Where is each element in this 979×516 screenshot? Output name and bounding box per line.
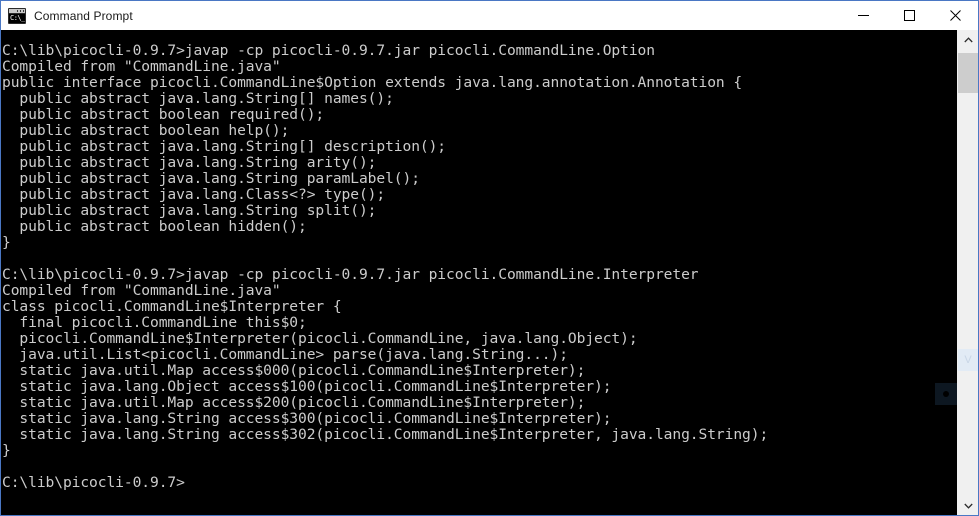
console-line: final picocli.CommandLine this$0; <box>2 314 307 331</box>
scrollbar-ghost-label: V <box>958 349 978 371</box>
console-line: Compiled from "CommandLine.java" <box>2 282 281 299</box>
console-line: static java.util.Map access$200(picocli.… <box>2 394 586 411</box>
window-controls <box>840 1 978 30</box>
console-line: public abstract boolean hidden(); <box>2 218 307 235</box>
console-line: static java.lang.Object access$100(picoc… <box>2 378 612 395</box>
console-line: public abstract java.lang.String paramLa… <box>2 170 420 187</box>
scrollbar-track[interactable]: V <box>958 49 978 496</box>
console-line: public abstract boolean help(); <box>2 122 290 139</box>
console-line: Compiled from "CommandLine.java" <box>2 58 281 75</box>
console-text: C:\lib\picocli-0.9.7>javap -cp picocli-0… <box>1 30 957 491</box>
console-line: public abstract java.lang.Class<?> type(… <box>2 186 386 203</box>
console-line: C:\lib\picocli-0.9.7>javap -cp picocli-0… <box>2 266 699 283</box>
title-bar[interactable]: C:\_ Command Prompt <box>1 1 978 30</box>
console-line: public abstract java.lang.String arity()… <box>2 154 377 171</box>
scroll-down-button[interactable] <box>958 496 978 515</box>
maximize-icon <box>903 10 915 21</box>
console-line: picocli.CommandLine$Interpreter(picocli.… <box>2 330 638 347</box>
command-prompt-window: C:\_ Command Prompt C:\lib\picocli-0.9.7… <box>0 0 979 516</box>
console-line: public abstract java.lang.String[] names… <box>2 90 394 107</box>
console-icon: C:\_ <box>8 7 26 24</box>
vertical-scrollbar[interactable]: V <box>957 30 978 515</box>
minimize-button[interactable] <box>840 1 886 30</box>
console-output[interactable]: C:\lib\picocli-0.9.7>javap -cp picocli-0… <box>1 30 957 515</box>
chevron-up-icon <box>963 36 973 42</box>
console-icon-glyph: C:\_ <box>10 13 25 22</box>
scrollbar-thumb[interactable] <box>958 53 978 93</box>
close-icon <box>949 10 961 21</box>
console-line: } <box>2 442 11 459</box>
window-title: Command Prompt <box>34 8 133 23</box>
console-line: public abstract boolean required(); <box>2 106 325 123</box>
console-line: java.util.List<picocli.CommandLine> pars… <box>2 346 568 363</box>
console-line: C:\lib\picocli-0.9.7> <box>2 474 185 491</box>
console-line: static java.lang.String access$302(picoc… <box>2 426 769 443</box>
console-line: public interface picocli.CommandLine$Opt… <box>2 74 743 91</box>
minimize-icon <box>857 15 869 16</box>
maximize-button[interactable] <box>886 1 932 30</box>
console-line: class picocli.CommandLine$Interpreter { <box>2 298 342 315</box>
console-line: static java.lang.String access$300(picoc… <box>2 410 612 427</box>
close-button[interactable] <box>932 1 978 30</box>
console-area: C:\lib\picocli-0.9.7>javap -cp picocli-0… <box>1 30 978 515</box>
scroll-up-button[interactable] <box>958 30 978 49</box>
title-bar-left: C:\_ Command Prompt <box>1 7 133 24</box>
console-line: public abstract java.lang.String split()… <box>2 202 377 219</box>
console-line: static java.util.Map access$000(picocli.… <box>2 362 586 379</box>
console-line: } <box>2 234 11 251</box>
console-line: C:\lib\picocli-0.9.7>javap -cp picocli-0… <box>2 42 655 59</box>
console-line: public abstract java.lang.String[] descr… <box>2 138 447 155</box>
chevron-down-icon <box>963 503 973 509</box>
